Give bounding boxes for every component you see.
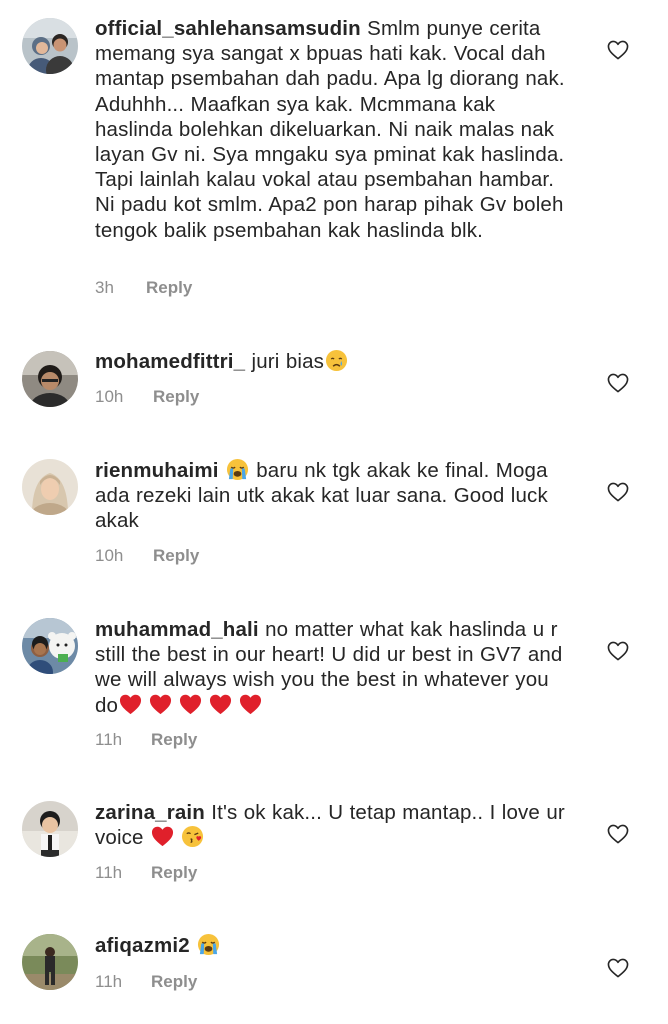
avatar[interactable]	[22, 459, 78, 515]
reply-button[interactable]: Reply	[151, 730, 197, 750]
comment-timestamp: 11h	[95, 730, 123, 749]
comment-username[interactable]: zarina_rain	[95, 801, 205, 824]
red-heart-icon	[151, 826, 173, 847]
comment-text: Smlm punye cerita memang sya sangat x bp…	[95, 17, 565, 242]
comment-body: mohamedfittri_ juri bias	[95, 349, 575, 374]
avatar[interactable]	[22, 351, 78, 407]
reply-button[interactable]: Reply	[153, 546, 199, 566]
comment-body: zarina_rain It's ok kak... U tetap manta…	[95, 800, 575, 850]
avatar[interactable]	[22, 801, 78, 857]
comment-meta: 11h Reply	[95, 863, 197, 883]
comment-text: juri bias	[245, 350, 325, 373]
reply-button[interactable]: Reply	[151, 972, 197, 992]
comment-body: official_sahlehansamsudin Smlm punye cer…	[95, 16, 575, 243]
comment-timestamp: 11h	[95, 972, 123, 991]
red-heart-icon	[240, 694, 262, 714]
comment-timestamp: 10h	[95, 387, 124, 406]
crying-face-icon	[325, 349, 348, 372]
red-heart-icon	[180, 694, 202, 714]
comment-username[interactable]: muhammad_hali	[95, 618, 259, 641]
like-heart-icon[interactable]	[607, 482, 629, 502]
face-blowing-kiss-icon	[181, 826, 203, 848]
comment-body: afiqazmi2	[95, 933, 575, 958]
comment-username[interactable]: official_sahlehansamsudin	[95, 17, 361, 40]
comment-meta: 10h Reply	[95, 546, 199, 566]
comment-body: muhammad_hali no matter what kak haslind…	[95, 617, 575, 718]
comment-username[interactable]: mohamedfittri_	[95, 350, 245, 373]
avatar[interactable]	[22, 618, 78, 674]
like-heart-icon[interactable]	[607, 641, 629, 661]
like-heart-icon[interactable]	[607, 824, 629, 844]
reply-button[interactable]: Reply	[151, 863, 197, 883]
comment-meta: 11h Reply	[95, 972, 197, 992]
avatar[interactable]	[22, 18, 78, 74]
loudly-crying-face-icon	[198, 933, 220, 956]
comment-text	[190, 934, 196, 957]
red-heart-icon	[120, 694, 142, 714]
comment-timestamp: 11h	[95, 863, 123, 882]
loudly-crying-face-icon	[226, 458, 248, 481]
reply-button[interactable]: Reply	[146, 278, 192, 298]
like-heart-icon[interactable]	[607, 958, 629, 978]
comment-timestamp: 3h	[95, 278, 114, 297]
comment-username[interactable]: rienmuhaimi	[95, 459, 219, 482]
comment-body: rienmuhaimi baru nk tgk akak ke final. M…	[95, 458, 575, 534]
reply-button[interactable]: Reply	[153, 387, 199, 407]
comment-username[interactable]: afiqazmi2	[95, 934, 190, 957]
like-heart-icon[interactable]	[607, 40, 629, 60]
comment-meta: 11h Reply	[95, 730, 197, 750]
comment-timestamp: 10h	[95, 546, 124, 565]
red-heart-icon	[210, 694, 232, 714]
red-heart-icon	[150, 694, 172, 714]
like-heart-icon[interactable]	[607, 373, 629, 393]
avatar[interactable]	[22, 934, 78, 990]
comment-meta: 10h Reply	[95, 387, 199, 407]
comment-meta: 3h Reply	[95, 278, 192, 298]
